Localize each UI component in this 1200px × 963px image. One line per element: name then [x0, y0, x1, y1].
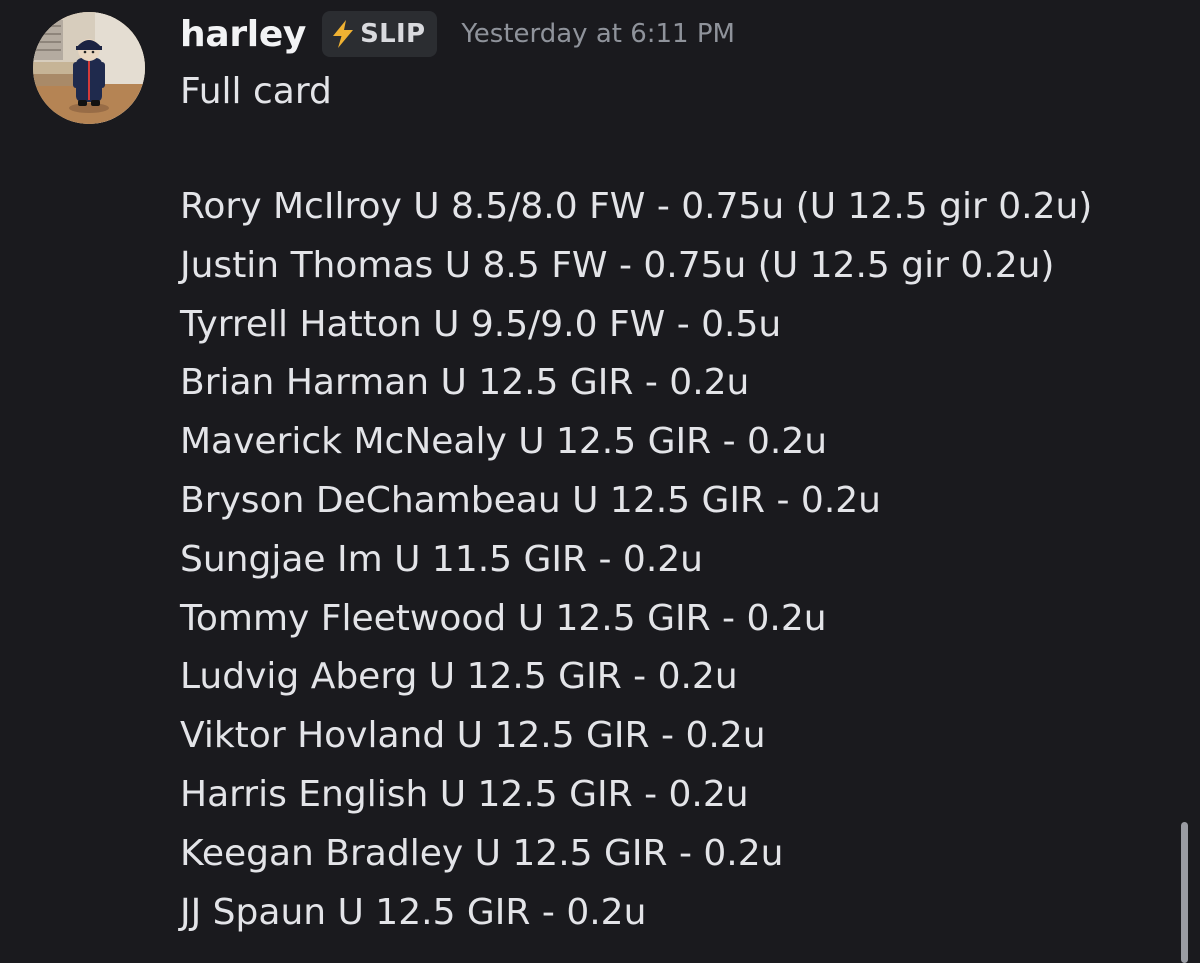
message-header: harley SLIP Yesterday at 6:11 PM [180, 6, 735, 62]
server-tag-label: SLIP [360, 19, 426, 49]
chat-message: harley SLIP Yesterday at 6:11 PM Full ca… [0, 0, 1200, 963]
message-intro: Full card [180, 71, 332, 112]
pick-line: Viktor Hovland U 12.5 GIR - 0.2u [180, 715, 766, 757]
pick-line: Justin Thomas U 8.5 FW - 0.75u (U 12.5 g… [180, 244, 1055, 286]
avatar[interactable] [33, 12, 145, 124]
pick-line: Rory McIlroy U 8.5/8.0 FW - 0.75u (U 12.… [180, 186, 1093, 227]
picks-list: Rory McIlroy U 8.5/8.0 FW - 0.75u (U 12.… [180, 178, 1170, 942]
pick-line: Sungjae Im U 11.5 GIR - 0.2u [180, 538, 703, 580]
pick-line: Brian Harman U 12.5 GIR - 0.2u [180, 362, 750, 404]
pick-line: JJ Spaun U 12.5 GIR - 0.2u [180, 891, 647, 933]
pick-line: Maverick McNealy U 12.5 GIR - 0.2u [180, 421, 828, 463]
lightning-bolt-icon [330, 19, 356, 49]
pick-line: Harris English U 12.5 GIR - 0.2u [180, 773, 749, 815]
timestamp[interactable]: Yesterday at 6:11 PM [461, 19, 735, 49]
pick-line: Tommy Fleetwood U 12.5 GIR - 0.2u [180, 597, 827, 639]
avatar-image [33, 12, 145, 124]
username[interactable]: harley [180, 14, 306, 55]
pick-line: Tyrrell Hatton U 9.5/9.0 FW - 0.5u [180, 303, 782, 345]
message-content: Full card Rory McIlroy U 8.5/8.0 FW - 0.… [180, 64, 1170, 942]
server-tag[interactable]: SLIP [322, 11, 438, 57]
pick-line: Keegan Bradley U 12.5 GIR - 0.2u [180, 832, 784, 874]
pick-line: Ludvig Aberg U 12.5 GIR - 0.2u [180, 656, 738, 698]
pick-line: Bryson DeChambeau U 12.5 GIR - 0.2u [180, 479, 881, 521]
scrollbar-thumb[interactable] [1181, 822, 1188, 963]
